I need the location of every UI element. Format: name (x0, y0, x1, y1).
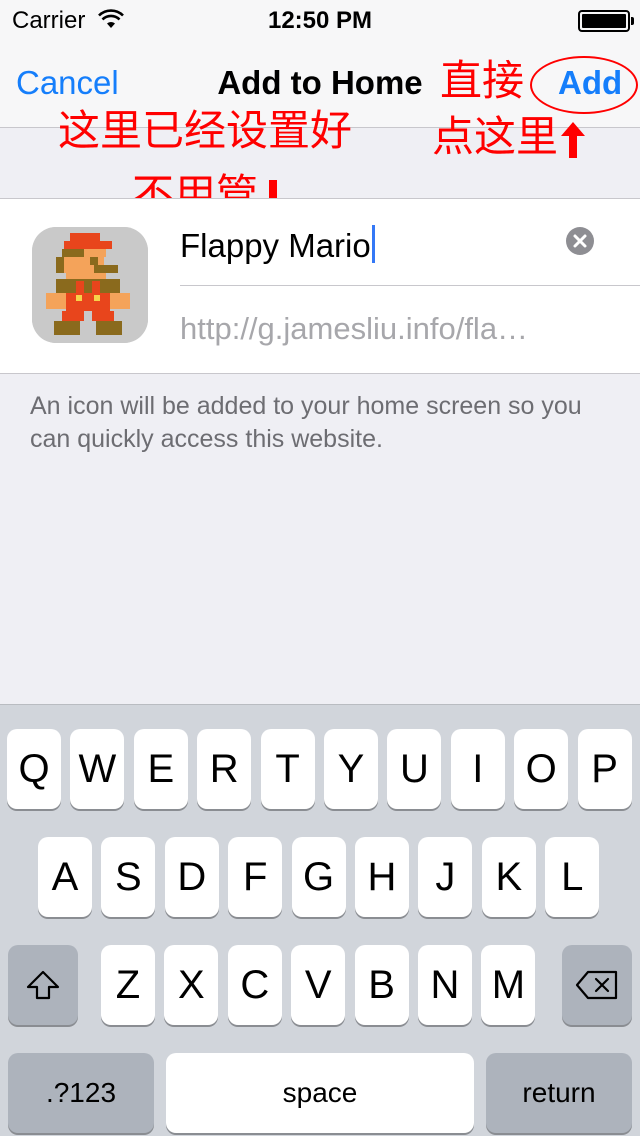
delete-key[interactable] (562, 945, 632, 1025)
key-y[interactable]: Y (324, 729, 378, 809)
bookmark-url-field: http://g.jamesliu.info/fla… (180, 311, 529, 346)
arrow-up-icon (561, 121, 586, 158)
footnote-text: An icon will be added to your home scree… (30, 392, 582, 453)
key-d[interactable]: D (164, 837, 219, 917)
key-c[interactable]: C (227, 945, 282, 1025)
status-time: 12:50 PM (267, 7, 373, 34)
key-u[interactable]: U (387, 729, 442, 809)
mario-app-icon (32, 227, 148, 343)
status-bar: Carrier 12:50 PM (0, 0, 640, 40)
key-g[interactable]: G (291, 837, 346, 917)
space-key[interactable]: space (166, 1053, 474, 1133)
key-b[interactable]: B (354, 945, 409, 1025)
key-n[interactable]: N (418, 945, 472, 1025)
key-h[interactable]: H (355, 837, 409, 917)
key-e[interactable]: E (133, 729, 188, 809)
key-p[interactable]: P (577, 729, 632, 809)
annotation-circle (530, 56, 638, 114)
bookmark-form: Flappy Mario http://g.jamesliu.info/fla… (0, 198, 640, 374)
key-v[interactable]: V (291, 945, 346, 1025)
return-key[interactable]: return (486, 1053, 632, 1133)
shift-icon (26, 970, 60, 1000)
key-t[interactable]: T (260, 729, 315, 809)
key-k[interactable]: K (481, 837, 536, 917)
key-l[interactable]: L (545, 837, 600, 917)
battery-icon (578, 10, 634, 32)
mario-sprite (32, 227, 148, 343)
key-j[interactable]: J (418, 837, 473, 917)
text-cursor (371, 225, 375, 263)
key-r[interactable]: R (197, 729, 252, 809)
key-q[interactable]: Q (7, 729, 61, 809)
key-w[interactable]: W (70, 729, 125, 809)
key-a[interactable]: A (38, 837, 92, 917)
clear-x-icon (573, 234, 587, 248)
bookmark-name-value: Flappy Mario (180, 227, 371, 264)
key-x[interactable]: X (164, 945, 219, 1025)
field-divider (180, 285, 640, 286)
keyboard: QWERTYUIOP ASDFGHJKL ZXCVBNM .?123 space… (0, 704, 640, 1136)
clear-text-button[interactable] (566, 227, 594, 255)
key-z[interactable]: Z (101, 945, 155, 1025)
add-to-home-screen: Carrier 12:50 PM Cancel Add to Home Add … (0, 0, 640, 1136)
key-s[interactable]: S (101, 837, 156, 917)
key-f[interactable]: F (228, 837, 283, 917)
key-m[interactable]: M (481, 945, 536, 1025)
backspace-icon (575, 970, 618, 1000)
annotation-text-already-set: 这里已经设置好 (58, 106, 353, 155)
annotation-text-direct: 直接 (440, 56, 525, 105)
annotation-click-here-label: 点这里 (432, 112, 559, 161)
numbers-key[interactable]: .?123 (8, 1053, 154, 1133)
key-i[interactable]: I (450, 729, 505, 809)
annotation-text-click-here: 点这里 (432, 112, 588, 162)
key-o[interactable]: O (514, 729, 569, 809)
shift-key[interactable] (8, 945, 78, 1025)
bookmark-name-input[interactable]: Flappy Mario (180, 225, 375, 265)
